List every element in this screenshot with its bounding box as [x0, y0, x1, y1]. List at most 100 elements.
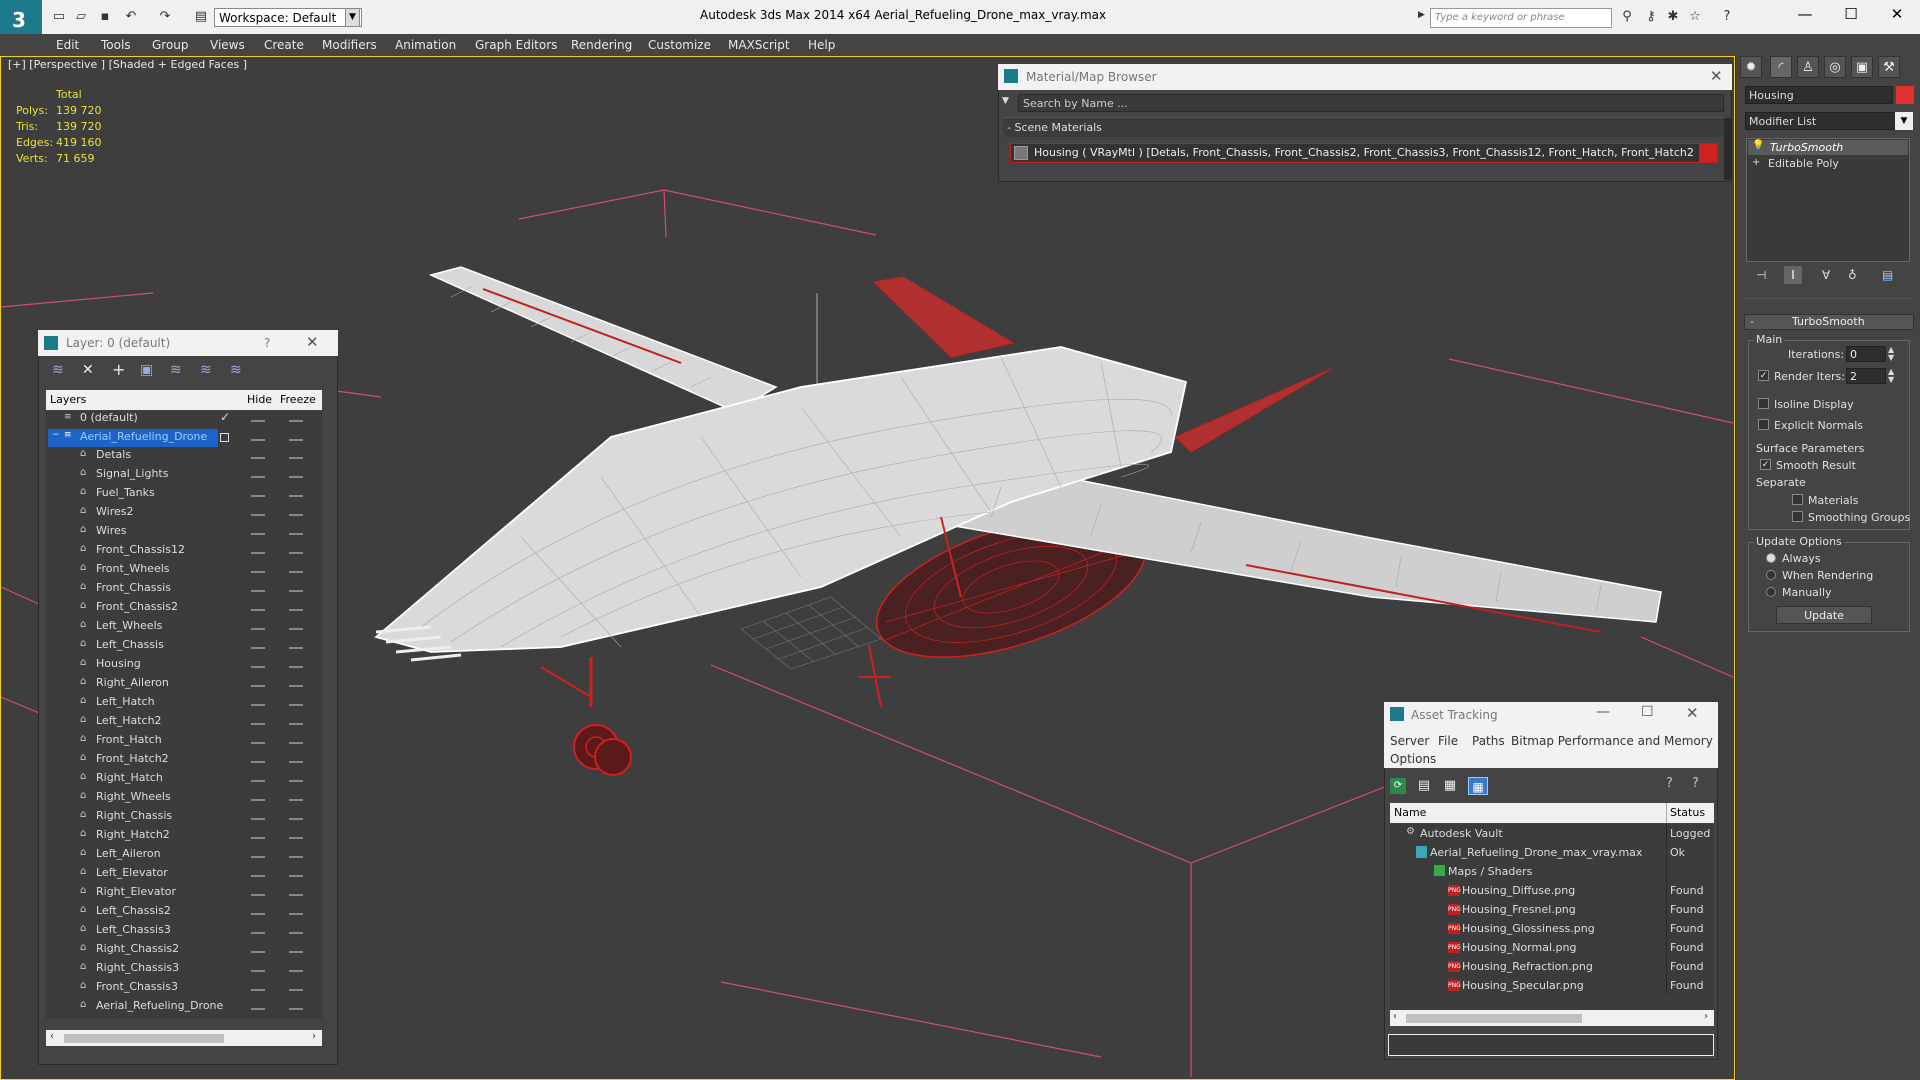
freeze-toggle[interactable] — [289, 875, 303, 877]
hide-toggle[interactable] — [251, 780, 265, 782]
layer-object-label[interactable]: Left_Wheels — [96, 619, 162, 632]
chevron-left-icon[interactable]: ‹ — [1393, 1011, 1397, 1022]
chevron-left-icon[interactable]: ‹ — [50, 1031, 54, 1042]
freeze-toggle[interactable] — [289, 989, 303, 991]
hide-toggle[interactable] — [251, 439, 265, 441]
freeze-toggle[interactable] — [289, 761, 303, 763]
hide-toggle[interactable] — [251, 685, 265, 687]
hide-toggle[interactable] — [251, 837, 265, 839]
chevron-right-icon[interactable]: › — [312, 1031, 316, 1042]
layer-object-label[interactable]: Left_Chassis3 — [96, 923, 171, 936]
layer-object-label[interactable]: Housing — [96, 657, 141, 670]
minimize-icon[interactable]: — — [1596, 704, 1610, 720]
hide-toggle[interactable] — [251, 761, 265, 763]
menu-file[interactable]: File — [1438, 734, 1458, 748]
layer-object-label[interactable]: Left_Chassis2 — [96, 904, 171, 917]
hide-toggle[interactable] — [251, 609, 265, 611]
freeze-toggle[interactable] — [289, 647, 303, 649]
menu-server[interactable]: Server — [1390, 734, 1429, 748]
menu-customize[interactable]: Customize — [648, 34, 711, 56]
display-tab-icon[interactable]: ▣ — [1851, 56, 1873, 78]
column-hide[interactable]: Hide — [247, 393, 272, 406]
scrollbar-thumb[interactable] — [1406, 1014, 1582, 1023]
close-icon[interactable]: ✕ — [1882, 4, 1912, 24]
key-icon[interactable]: ⚷ — [1642, 9, 1660, 25]
menu-edit[interactable]: Edit — [56, 34, 79, 56]
thumbnail-view-icon[interactable]: ▦ — [1442, 778, 1458, 794]
binoculars-icon[interactable]: ⚲ — [1618, 9, 1636, 25]
hide-toggle[interactable] — [251, 856, 265, 858]
freeze-toggle[interactable] — [289, 837, 303, 839]
list-view-icon[interactable]: ▤ — [1416, 778, 1432, 794]
workspace-dropdown[interactable]: Workspace: Default — [214, 8, 362, 27]
freeze-toggle[interactable] — [289, 818, 303, 820]
delete-icon[interactable]: ✕ — [82, 362, 94, 378]
project-folder-icon[interactable]: ▤ — [192, 9, 210, 25]
menu-maxscript[interactable]: MAXScript — [728, 34, 790, 56]
layer-object-label[interactable]: Right_Hatch2 — [96, 828, 170, 841]
menu-help[interactable]: Help — [808, 34, 835, 56]
hide-toggle[interactable] — [251, 571, 265, 573]
layer-object-label[interactable]: Right_Elevator — [96, 885, 176, 898]
layer-object-label[interactable]: Front_Chassis — [96, 581, 171, 594]
hide-toggle[interactable] — [251, 723, 265, 725]
hide-toggle[interactable] — [251, 875, 265, 877]
freeze-toggle[interactable] — [289, 970, 303, 972]
column-layers[interactable]: Layers — [50, 393, 86, 406]
layer-object-label[interactable]: Front_Hatch2 — [96, 752, 169, 765]
current-layer-box[interactable] — [220, 433, 229, 442]
layer-object-label[interactable]: Left_Aileron — [96, 847, 161, 860]
explicit-normals-checkbox[interactable] — [1758, 419, 1769, 430]
minimize-icon[interactable]: — — [1790, 4, 1820, 24]
iterations-spinner[interactable]: 0 — [1846, 346, 1886, 362]
hide-toggle[interactable] — [251, 514, 265, 516]
when-rendering-radio[interactable] — [1766, 570, 1776, 580]
layer-object-label[interactable]: Right_Chassis2 — [96, 942, 179, 955]
layer-default-label[interactable]: 0 (default) — [80, 411, 138, 424]
freeze-all-icon[interactable]: ≋ — [230, 362, 242, 378]
isoline-checkbox[interactable] — [1758, 398, 1769, 409]
hide-toggle[interactable] — [251, 989, 265, 991]
column-freeze[interactable]: Freeze — [280, 393, 316, 406]
motion-tab-icon[interactable]: ◎ — [1824, 56, 1846, 78]
layer-object-label[interactable]: Wires — [96, 524, 126, 537]
refresh-icon[interactable]: ⟳ — [1390, 778, 1406, 794]
undo-icon[interactable]: ↶ — [122, 9, 140, 25]
pin-stack-icon[interactable]: ⊣ — [1756, 268, 1766, 282]
freeze-toggle[interactable] — [289, 742, 303, 744]
help-icon[interactable]: ? — [1718, 9, 1736, 25]
create-layer-icon[interactable]: ≋ — [52, 362, 64, 378]
exchange-icon[interactable]: ✱ — [1664, 9, 1682, 25]
hide-toggle[interactable] — [251, 590, 265, 592]
table-view-icon[interactable]: ▦ — [1468, 777, 1488, 795]
hide-toggle[interactable] — [251, 647, 265, 649]
hide-toggle[interactable] — [251, 420, 265, 422]
freeze-toggle[interactable] — [289, 439, 303, 441]
new-file-icon[interactable]: ▭ — [50, 9, 68, 25]
freeze-toggle[interactable] — [289, 932, 303, 934]
freeze-toggle[interactable] — [289, 723, 303, 725]
freeze-toggle[interactable] — [289, 666, 303, 668]
save-file-icon[interactable]: ▪ — [96, 9, 114, 25]
hide-toggle[interactable] — [251, 894, 265, 896]
close-icon[interactable]: ✕ — [1710, 67, 1723, 85]
layer-object-label[interactable]: Front_Chassis3 — [96, 980, 178, 993]
hide-toggle[interactable] — [251, 457, 265, 459]
hide-toggle[interactable] — [251, 932, 265, 934]
scene-materials-header[interactable]: - Scene Materials — [1003, 117, 1725, 137]
menu-group[interactable]: Group — [152, 34, 189, 56]
modifier-list-dropdown[interactable]: Modifier List — [1745, 112, 1913, 130]
scrollbar-thumb[interactable] — [64, 1034, 224, 1043]
menu-modifiers[interactable]: Modifiers — [322, 34, 377, 56]
layer-object-label[interactable]: Front_Wheels — [96, 562, 170, 575]
open-file-icon[interactable]: ▱ — [72, 9, 90, 25]
freeze-toggle[interactable] — [289, 894, 303, 896]
hierarchy-tab-icon[interactable]: ♙ — [1797, 56, 1819, 78]
collapse-icon[interactable]: − — [52, 430, 60, 440]
freeze-toggle[interactable] — [289, 609, 303, 611]
freeze-toggle[interactable] — [289, 590, 303, 592]
hide-toggle[interactable] — [251, 742, 265, 744]
freeze-toggle[interactable] — [289, 704, 303, 706]
layer-object-label[interactable]: Left_Hatch2 — [96, 714, 162, 727]
layer-object-label[interactable]: Right_Aileron — [96, 676, 169, 689]
